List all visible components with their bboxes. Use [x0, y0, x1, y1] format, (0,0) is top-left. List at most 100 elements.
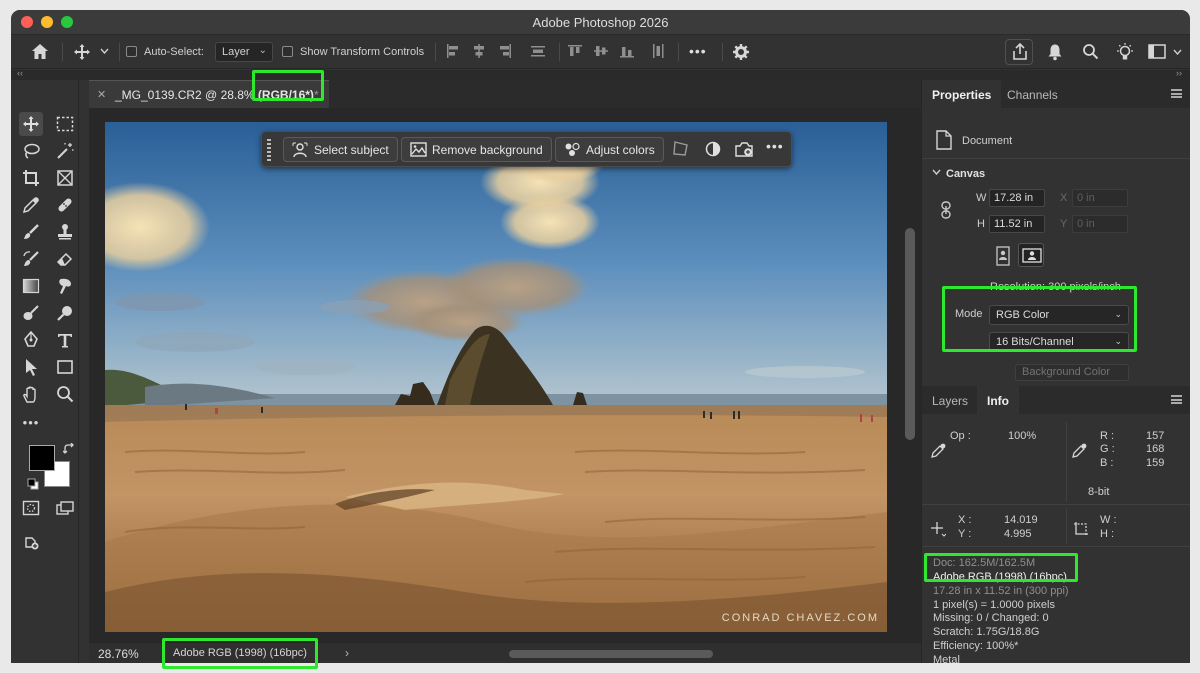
- magic-wand-icon[interactable]: [53, 139, 77, 163]
- search-icon[interactable]: [1082, 43, 1099, 60]
- quick-mask-icon[interactable]: [19, 496, 43, 520]
- eraser-tool-icon[interactable]: [53, 247, 77, 271]
- tab-properties[interactable]: Properties: [922, 80, 1002, 108]
- foreground-color-swatch[interactable]: [29, 445, 55, 471]
- generative-fill-icon[interactable]: [19, 530, 43, 554]
- zoom-level[interactable]: 28.76%: [98, 647, 139, 661]
- chevron-down-icon[interactable]: [1173, 49, 1182, 55]
- vertical-scrollbar[interactable]: [905, 228, 915, 440]
- marquee-tool-icon[interactable]: [53, 112, 77, 136]
- eyedropper-icon[interactable]: [1072, 442, 1088, 458]
- auto-select-dropdown[interactable]: Layer ⌄: [215, 42, 273, 62]
- contrast-icon[interactable]: [704, 140, 722, 161]
- collapse-right-button[interactable]: ››: [1176, 68, 1182, 78]
- lightbulb-icon[interactable]: [1115, 42, 1135, 62]
- home-icon[interactable]: [31, 43, 49, 60]
- chevron-down-icon[interactable]: [932, 169, 941, 175]
- bell-icon[interactable]: [1047, 43, 1063, 61]
- canvas-area[interactable]: CONRAD CHAVEZ.COM: [89, 108, 921, 642]
- efficiency-info: Efficiency: 100%*: [933, 640, 1019, 652]
- distribute-vertical-icon[interactable]: [649, 42, 671, 62]
- default-colors-icon[interactable]: [27, 478, 39, 490]
- drag-handle[interactable]: [267, 139, 271, 161]
- link-icon[interactable]: [940, 201, 952, 219]
- close-tab-icon[interactable]: ✕: [97, 88, 106, 101]
- highlight-info-profile: [924, 553, 1078, 582]
- dodge-tool-icon[interactable]: [19, 301, 43, 325]
- chevron-right-icon[interactable]: ›: [345, 646, 349, 660]
- align-horizontal-center-icon[interactable]: [470, 42, 492, 62]
- width-field[interactable]: 17.28 in: [989, 189, 1045, 207]
- brush-tool-icon[interactable]: [19, 220, 43, 244]
- smudge-tool-icon[interactable]: [53, 274, 77, 298]
- divider: [922, 158, 1190, 159]
- type-tool-icon[interactable]: [53, 328, 77, 352]
- gradient-tool-icon[interactable]: [19, 274, 43, 298]
- share-button[interactable]: [1005, 39, 1033, 65]
- swap-colors-icon[interactable]: [63, 443, 75, 455]
- align-right-icon[interactable]: [496, 42, 518, 62]
- x-field[interactable]: 0 in: [1072, 189, 1128, 207]
- lasso-tool-icon[interactable]: [19, 139, 43, 163]
- divider: [119, 43, 120, 61]
- background-color-dropdown[interactable]: Background Color: [1015, 364, 1129, 381]
- panel-collapse-strip: ‹‹ ››: [11, 68, 1190, 80]
- eyedropper-icon[interactable]: [931, 442, 947, 458]
- divider: [1066, 422, 1067, 502]
- portrait-orientation-icon[interactable]: [994, 246, 1012, 266]
- adjust-colors-button[interactable]: Adjust colors: [555, 137, 664, 162]
- distribute-icon[interactable]: [529, 42, 551, 62]
- move-tool-icon[interactable]: [73, 43, 91, 61]
- screen-mode-icon[interactable]: [53, 496, 77, 520]
- tab-layers[interactable]: Layers: [922, 386, 978, 414]
- more-actions-button[interactable]: •••: [766, 138, 784, 154]
- x-coord-label: X :: [958, 514, 972, 526]
- edit-toolbar-icon[interactable]: •••: [19, 410, 43, 434]
- y-field[interactable]: 0 in: [1072, 215, 1128, 233]
- healing-brush-icon[interactable]: [53, 193, 77, 217]
- align-bottom-icon[interactable]: [618, 42, 640, 62]
- add-adjustment-icon[interactable]: [734, 140, 754, 161]
- frame-tool-icon[interactable]: [53, 166, 77, 190]
- select-subject-label: Select subject: [314, 143, 389, 157]
- zoom-tool-icon[interactable]: [53, 382, 77, 406]
- align-left-icon[interactable]: [444, 42, 466, 62]
- rectangle-tool-icon[interactable]: [53, 355, 77, 379]
- height-field[interactable]: 11.52 in: [989, 215, 1045, 233]
- divider: [678, 43, 679, 61]
- more-options-button[interactable]: •••: [689, 43, 707, 59]
- workspace-icon[interactable]: [1148, 44, 1166, 59]
- canvas-section-header[interactable]: Canvas: [946, 168, 985, 180]
- path-selection-icon[interactable]: [19, 355, 43, 379]
- history-brush-icon[interactable]: [19, 247, 43, 271]
- crop-tool-icon[interactable]: [19, 166, 43, 190]
- gear-icon[interactable]: [732, 43, 750, 61]
- highlight-document-mode: [252, 70, 324, 101]
- align-vertical-center-icon[interactable]: [592, 42, 614, 62]
- eyedropper-tool-icon[interactable]: [19, 193, 43, 217]
- pen-tool-icon[interactable]: [19, 328, 43, 352]
- panel-menu-icon[interactable]: [1171, 89, 1182, 98]
- remove-background-button[interactable]: Remove background: [401, 137, 552, 162]
- align-top-icon[interactable]: [566, 42, 588, 62]
- select-subject-button[interactable]: Select subject: [283, 137, 398, 162]
- height-info-label: H :: [1100, 528, 1115, 540]
- horizontal-scrollbar[interactable]: [509, 650, 713, 658]
- auto-select-checkbox[interactable]: [126, 46, 137, 57]
- properties-tab-row: Properties Channels: [922, 80, 1190, 108]
- opacity-label: Op :: [950, 430, 971, 442]
- show-transform-checkbox[interactable]: [282, 46, 293, 57]
- chevron-down-icon[interactable]: [100, 48, 109, 54]
- zoom-lens-icon[interactable]: [53, 301, 77, 325]
- tab-info[interactable]: Info: [977, 386, 1019, 414]
- landscape-orientation-icon[interactable]: [1018, 243, 1044, 267]
- document-label: Document: [962, 135, 1013, 147]
- panel-menu-icon[interactable]: [1171, 395, 1182, 404]
- transform-icon[interactable]: [672, 140, 690, 161]
- collapse-left-button[interactable]: ‹‹: [17, 68, 23, 78]
- beach-photo[interactable]: CONRAD CHAVEZ.COM: [105, 122, 887, 632]
- move-tool-icon[interactable]: [19, 112, 43, 136]
- stamp-tool-icon[interactable]: [53, 220, 77, 244]
- tab-channels[interactable]: Channels: [997, 80, 1068, 108]
- hand-tool-icon[interactable]: [19, 382, 43, 406]
